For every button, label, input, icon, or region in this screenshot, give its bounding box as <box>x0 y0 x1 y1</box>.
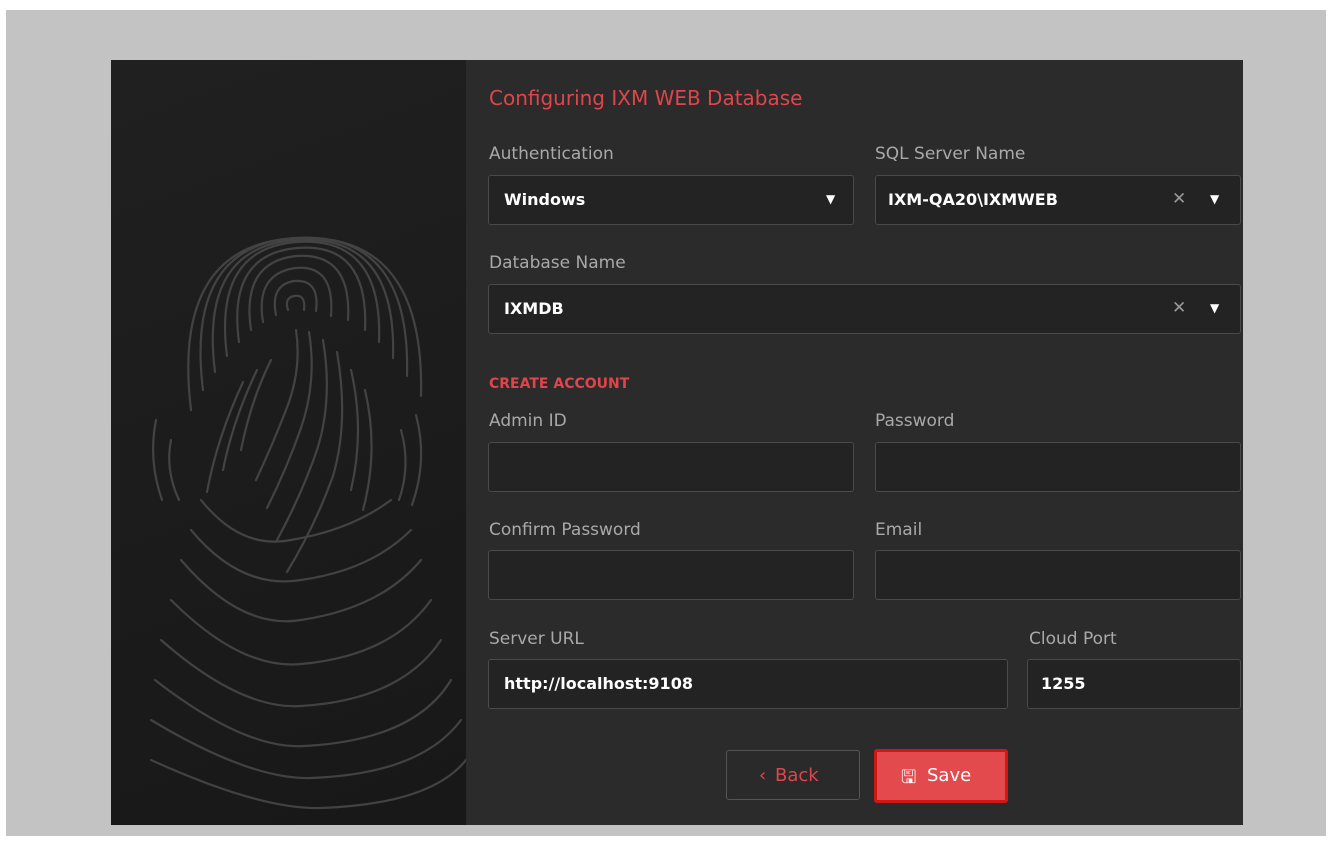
illustration-panel <box>111 60 466 825</box>
sql-server-name-value: IXM-QA20\IXMWEB <box>888 190 1058 209</box>
admin-id-input[interactable] <box>488 442 854 492</box>
back-button[interactable]: ‹ Back <box>726 750 860 800</box>
authentication-select[interactable]: Windows ▼ <box>488 175 854 225</box>
email-label: Email <box>875 520 923 540</box>
page-title: Configuring IXM WEB Database <box>489 86 803 110</box>
sql-server-name-label: SQL Server Name <box>875 144 1026 164</box>
fingerprint-head-icon <box>149 236 466 810</box>
chevron-down-icon[interactable]: ▼ <box>1210 192 1219 206</box>
back-button-label: Back <box>775 765 819 786</box>
admin-id-label: Admin ID <box>489 411 567 431</box>
database-name-label: Database Name <box>489 253 626 273</box>
authentication-label: Authentication <box>489 144 614 164</box>
screenshot-frame: Configuring IXM WEB Database Authenticat… <box>6 10 1326 836</box>
clear-icon[interactable]: ✕ <box>1172 189 1186 209</box>
cloud-port-value: 1255 <box>1041 674 1086 693</box>
database-name-value: IXMDB <box>504 299 564 318</box>
authentication-value: Windows <box>504 190 586 209</box>
email-input[interactable] <box>875 550 1241 600</box>
setup-dialog: Configuring IXM WEB Database Authenticat… <box>111 60 1243 825</box>
database-name-select[interactable]: IXMDB ✕ ▼ <box>488 284 1241 334</box>
confirm-password-input[interactable] <box>488 550 854 600</box>
server-url-input[interactable]: http://localhost:9108 <box>488 659 1008 709</box>
save-button-label: Save <box>927 765 972 786</box>
chevron-left-icon: ‹ <box>759 765 767 786</box>
chevron-down-icon[interactable]: ▼ <box>1210 301 1219 315</box>
server-url-label: Server URL <box>489 629 584 649</box>
cloud-port-input[interactable]: 1255 <box>1027 659 1241 709</box>
floppy-disk-icon: 🖫 <box>901 767 917 788</box>
clear-icon[interactable]: ✕ <box>1172 298 1186 318</box>
password-label: Password <box>875 411 955 431</box>
create-account-heading: CREATE ACCOUNT <box>489 376 630 392</box>
confirm-password-label: Confirm Password <box>489 520 641 540</box>
cloud-port-label: Cloud Port <box>1029 629 1117 649</box>
server-url-value: http://localhost:9108 <box>504 674 693 693</box>
save-button[interactable]: 🖫 Save <box>874 749 1008 803</box>
sql-server-name-select[interactable]: IXM-QA20\IXMWEB ✕ ▼ <box>875 175 1241 225</box>
password-input[interactable] <box>875 442 1241 492</box>
chevron-down-icon[interactable]: ▼ <box>826 192 835 206</box>
